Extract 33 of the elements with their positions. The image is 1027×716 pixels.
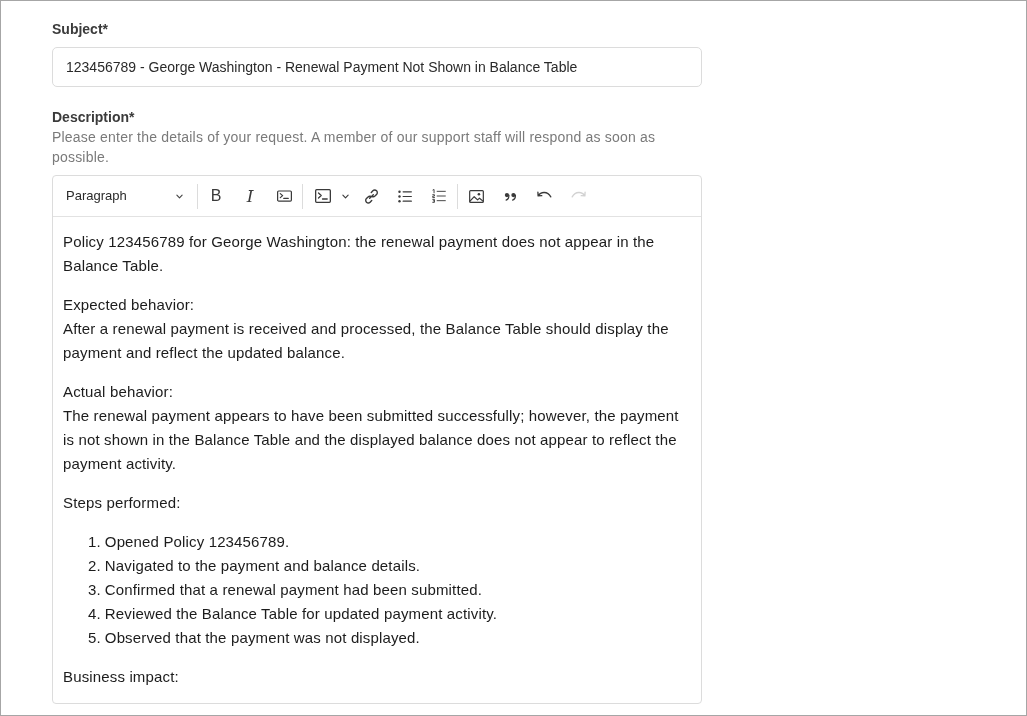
paragraph-text: After a renewal payment is received and processed, the Balance Table should display the payment and reflect the updated balance. — [63, 319, 670, 363]
field-label: Subject* — [52, 20, 109, 39]
caret-icon — [341, 193, 349, 199]
list-item-text: Navigated to the payment and balance details. — [104, 556, 421, 576]
paragraph-text: Steps performed: — [63, 493, 182, 513]
paragraph-text: Actual behavior: — [63, 382, 174, 402]
code-block-icon — [315, 189, 331, 203]
list-item-text: Confirmed that a renewal payment had been submitted. — [104, 580, 482, 600]
paragraph-text: The renewal payment appears to have been submitted successfully; however, the payment is not shown in the Balance Table and the displayed balance does not appear to reflect the payment activity. — [63, 406, 680, 474]
list-item-text: Reviewed the Balance Table for updated payment activity. — [104, 604, 498, 624]
field-hint: Please enter the details of your request. A member of our support staff will respond as soon as possible. — [52, 128, 657, 167]
list-marker: 3. — [88, 580, 101, 600]
list-marker: 5. — [88, 628, 101, 648]
code-icon — [276, 190, 292, 202]
field-label: Description* — [52, 108, 136, 127]
bold-button[interactable]: B — [201, 181, 231, 211]
image-icon — [468, 189, 484, 203]
list-item-text: Opened Policy 123456789. — [104, 532, 290, 552]
paragraph-text: Expected behavior: — [63, 295, 196, 315]
list-marker: 1. — [88, 532, 101, 552]
italic-button[interactable]: I — [235, 181, 265, 211]
link-icon — [363, 188, 379, 204]
bulleted-list-icon — [398, 189, 412, 203]
list-marker: 2. — [88, 556, 101, 576]
caret-icon — [176, 193, 183, 199]
numbered-list-icon — [432, 189, 446, 203]
block-format-dropdown[interactable]: Paragraph — [57, 181, 191, 211]
subject-input[interactable]: 123456789 - George Washington - Renewal Payment Not Shown in Balance Table — [52, 47, 702, 87]
quote-icon — [503, 191, 517, 201]
list-marker: 4. — [88, 604, 101, 624]
list-item-text: Observed that the payment was not displayed. — [104, 628, 420, 648]
paragraph-text: Business impact: — [63, 667, 180, 687]
paragraph-text: Policy 123456789 for George Washington: the renewal payment does not appear in the Balance Table. — [63, 232, 656, 276]
